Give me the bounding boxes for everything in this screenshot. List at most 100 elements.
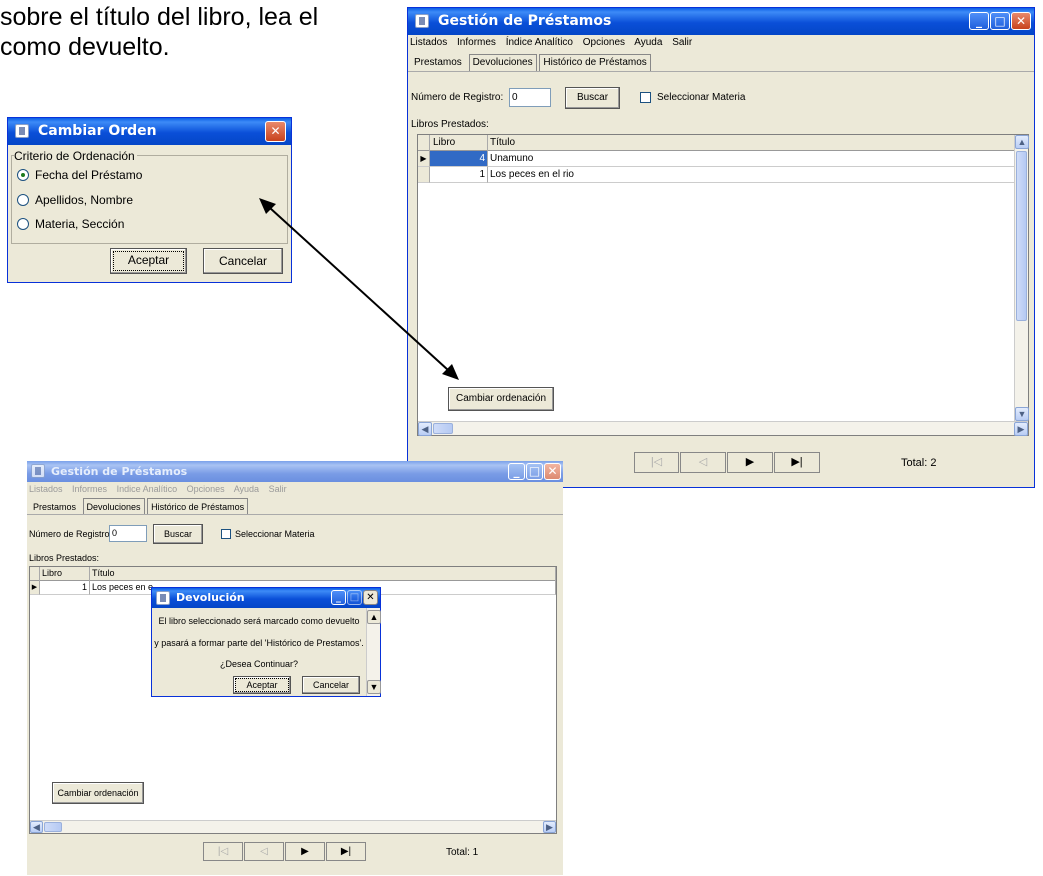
registro-input[interactable]: 0 — [509, 88, 551, 107]
cambiar-ordenacion-button[interactable]: Cambiar ordenación — [448, 387, 554, 411]
nav-first-button[interactable]: |◁ — [203, 842, 243, 861]
buscar-button[interactable]: Buscar — [565, 87, 620, 109]
scroll-right-icon[interactable]: ▶ — [1014, 422, 1028, 436]
tab-divider — [408, 71, 1034, 72]
radio-materia[interactable] — [17, 218, 29, 230]
tab-devoluciones[interactable]: Devoluciones — [82, 498, 145, 515]
app-icon — [415, 14, 429, 28]
cell-libro[interactable]: 4 — [430, 151, 488, 167]
minimize-icon[interactable]: _ — [331, 590, 346, 605]
nav-last-button[interactable]: ▶| — [774, 452, 820, 473]
menu-informes[interactable]: Informes — [72, 484, 107, 494]
materia-checkbox[interactable] — [221, 529, 231, 539]
cell-titulo[interactable]: Los peces en el rio — [488, 167, 1016, 183]
close-icon[interactable]: ✕ — [544, 463, 561, 480]
dialog-icon — [15, 124, 29, 138]
hscroll-thumb[interactable] — [433, 423, 453, 434]
grid-horizontal-scrollbar[interactable]: ◀ ▶ — [418, 421, 1028, 436]
menu-listados[interactable]: Listados — [410, 37, 447, 48]
minimize-icon[interactable]: _ — [969, 12, 989, 30]
maximize-icon[interactable]: □ — [990, 12, 1010, 30]
menu-salir[interactable]: Salir — [269, 484, 287, 494]
scroll-down-icon[interactable]: ▼ — [1015, 407, 1029, 421]
grid-header: Libro Título — [30, 567, 556, 581]
return-dialog-titlebar[interactable]: Devolución _ □ ✕ — [152, 588, 380, 608]
nav-prev-button[interactable]: ◁ — [244, 842, 284, 861]
cell-titulo[interactable]: Unamuno — [488, 151, 1016, 167]
radio-materia-label[interactable]: Materia, Sección — [35, 217, 124, 231]
radio-apellidos[interactable] — [17, 194, 29, 206]
scroll-left-icon[interactable]: ◀ — [30, 821, 43, 833]
cambiar-ordenacion-button[interactable]: Cambiar ordenación — [52, 782, 144, 804]
menu-listados[interactable]: Listados — [29, 484, 63, 494]
app-icon — [31, 464, 45, 478]
nav-next-button[interactable]: ▶ — [727, 452, 773, 473]
close-icon[interactable]: ✕ — [265, 121, 286, 142]
materia-checkbox[interactable] — [640, 92, 651, 103]
dialog-icon — [156, 591, 170, 605]
menu-indice[interactable]: Indice Analítico — [117, 484, 178, 494]
scroll-right-icon[interactable]: ▶ — [543, 821, 556, 833]
close-icon[interactable]: ✕ — [363, 590, 378, 605]
cell-libro[interactable]: 1 — [40, 581, 90, 595]
header-corner — [30, 567, 40, 581]
return-dialog-scrollbar[interactable]: ▲ ▼ — [366, 608, 381, 696]
scroll-up-icon[interactable]: ▲ — [367, 610, 381, 624]
maximize-icon[interactable]: □ — [347, 590, 362, 605]
row-indicator-icon: ▶ — [418, 151, 430, 167]
second-window-titlebar[interactable]: Gestión de Préstamos _ □ ✕ — [27, 461, 563, 482]
column-header-libro[interactable]: Libro — [40, 567, 90, 581]
radio-fecha[interactable] — [17, 169, 29, 181]
menu-ayuda[interactable]: Ayuda — [234, 484, 259, 494]
radio-fecha-label[interactable]: Fecha del Préstamo — [35, 168, 142, 182]
menu-salir[interactable]: Salir — [672, 37, 692, 48]
aceptar-button[interactable]: Aceptar — [110, 248, 187, 274]
column-header-titulo[interactable]: Título — [90, 567, 556, 581]
cancelar-button[interactable]: Cancelar — [302, 676, 360, 694]
registro-input[interactable]: 0 — [109, 525, 147, 542]
nav-next-button[interactable]: ▶ — [285, 842, 325, 861]
scroll-left-icon[interactable]: ◀ — [418, 422, 432, 436]
maximize-icon[interactable]: □ — [526, 463, 543, 480]
libros-label: Libros Prestados: — [29, 553, 100, 563]
grid-header: Libro Título — [418, 135, 1028, 151]
criterio-group-label: Criterio de Ordenación — [14, 149, 137, 163]
menu-ayuda[interactable]: Ayuda — [634, 37, 662, 48]
order-dialog-titlebar[interactable]: Cambiar Orden ✕ — [8, 118, 291, 145]
tab-devoluciones[interactable]: Devoluciones — [468, 54, 537, 71]
nav-prev-button[interactable]: ◁ — [680, 452, 726, 473]
grid-horizontal-scrollbar[interactable]: ◀ ▶ — [30, 820, 556, 833]
close-icon[interactable]: ✕ — [1011, 12, 1031, 30]
minimize-icon[interactable]: _ — [508, 463, 525, 480]
cell-libro[interactable]: 1 — [430, 167, 488, 183]
grid-vertical-scrollbar[interactable]: ▲ ▼ — [1014, 135, 1029, 421]
nav-first-button[interactable]: |◁ — [634, 452, 679, 473]
header-corner — [418, 135, 430, 151]
scroll-down-icon[interactable]: ▼ — [367, 680, 381, 694]
return-message-line-3: ¿Desea Continuar? — [219, 659, 299, 669]
radio-apellidos-label[interactable]: Apellidos, Nombre — [35, 193, 133, 207]
tab-historico[interactable]: Histórico de Préstamos — [147, 498, 249, 515]
cancelar-button[interactable]: Cancelar — [203, 248, 283, 274]
nav-last-button[interactable]: ▶| — [326, 842, 366, 861]
column-header-libro[interactable]: Libro — [430, 135, 488, 151]
total-label: Total: 2 — [901, 457, 937, 469]
document-text: sobre el título del libro, lea el como d… — [0, 2, 318, 62]
menu-informes[interactable]: Informes — [457, 37, 496, 48]
buscar-button[interactable]: Buscar — [153, 524, 203, 544]
menu-opciones[interactable]: Opciones — [583, 37, 625, 48]
tab-prestamos[interactable]: Prestamos — [410, 54, 466, 72]
column-header-titulo[interactable]: Título — [488, 135, 1016, 151]
scroll-up-icon[interactable]: ▲ — [1015, 135, 1029, 149]
hscroll-thumb[interactable] — [44, 822, 62, 832]
aceptar-button[interactable]: Aceptar — [233, 676, 291, 694]
menu-indice[interactable]: Índice Analítico — [506, 37, 573, 48]
order-dialog-title: Cambiar Orden — [38, 123, 157, 139]
main-window-title: Gestión de Préstamos — [438, 13, 612, 29]
tab-historico[interactable]: Histórico de Préstamos — [539, 54, 651, 71]
menu-opciones[interactable]: Opciones — [187, 484, 225, 494]
second-window-title: Gestión de Préstamos — [51, 465, 188, 478]
main-window-titlebar[interactable]: Gestión de Préstamos _ □ ✕ — [408, 8, 1034, 35]
return-message-line-2: y pasará a formar parte del 'Histórico d… — [154, 638, 364, 648]
scroll-thumb[interactable] — [1016, 151, 1027, 321]
